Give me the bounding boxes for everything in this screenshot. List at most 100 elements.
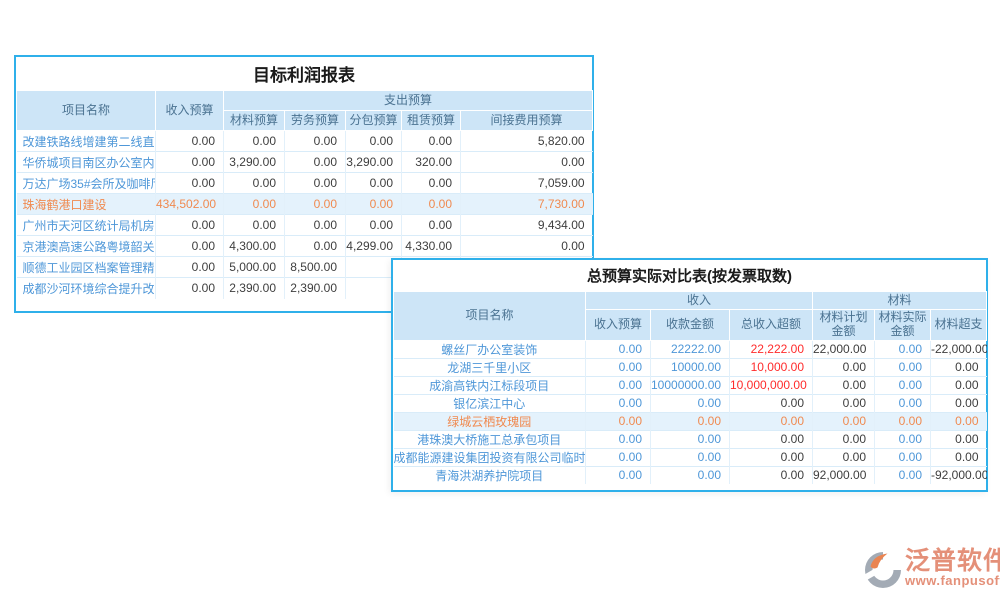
table-row[interactable]: 成都能源建设集团投资有限公司临时办公场所装修工程0.000.000.000.00… [394,448,987,466]
project-name-cell[interactable]: 顺德工业园区档案管理精装饰工程 [17,257,156,278]
project-name-cell[interactable]: 银亿滨江中心 [394,394,586,412]
table-row[interactable]: 成渝高铁内江标段项目0.0010000000.0010,000,000.000.… [394,376,987,394]
project-name-cell[interactable]: 京港澳高速公路粤境韶关至广州互 [17,236,156,257]
column-header-indirect-cost-budget: 间接费用预算 [461,111,593,131]
project-name-link[interactable]: 港珠澳大桥施工总承包项目 [417,431,561,448]
value-cell: 10000.00 [651,358,730,376]
value-cell: 0.00 [586,394,651,412]
project-name-link[interactable]: 华侨城项目南区办公室内装修工程 [23,154,156,171]
project-name-link[interactable]: 万达广场35#会所及咖啡厅空调安 [23,175,156,192]
window-titlebar: 总预算实际对比表(按发票取数) [393,260,986,291]
value-cell: 0.00 [156,215,224,236]
value-cell: 0.00 [875,430,931,448]
value-cell: -92,000.00 [931,466,987,484]
value-cell: 0.00 [875,358,931,376]
project-name-link[interactable]: 银亿滨江中心 [453,395,525,412]
table-row[interactable]: 改建铁路线增建第二线直通线（成0.000.000.000.000.005,820… [17,131,593,152]
value-cell: 0.00 [875,376,931,394]
project-name-cell[interactable]: 龙湖三千里小区 [394,358,586,376]
value-cell: -22,000.00 [931,340,987,358]
project-name-cell[interactable]: 改建铁路线增建第二线直通线（成 [17,131,156,152]
value-cell: 2,390.00 [224,278,285,299]
column-header-project: 项目名称 [394,292,586,341]
project-name-cell[interactable]: 成都能源建设集团投资有限公司临时办公场所装修工程 [394,448,586,466]
value-cell: 0.00 [813,376,875,394]
value-cell: 0.00 [402,131,461,152]
window-titlebar: 目标利润报表 [16,57,592,90]
value-cell: 0.00 [875,412,931,430]
logo-website-text: www.fanpusoft.com [905,574,1000,588]
project-name-link[interactable]: 京港澳高速公路粤境韶关至广州互 [23,238,156,255]
table-row[interactable]: 绿城云栖玫瑰园0.000.000.000.000.000.00 [394,412,987,430]
page-title: 目标利润报表 [253,61,355,86]
value-cell: 0.00 [651,412,730,430]
value-cell: 0.00 [931,430,987,448]
value-cell: 0.00 [931,358,987,376]
header-row: 项目名称 收入 材料 [394,292,987,310]
project-name-cell[interactable]: 港珠澳大桥施工总承包项目 [394,430,586,448]
table-row[interactable]: 青海洪湖养护院项目0.000.000.0092,000.000.00-92,00… [394,466,987,484]
value-cell: 2,390.00 [285,278,346,299]
value-cell: 0.00 [346,131,402,152]
column-header-total-income-excess: 总收入超额 [730,310,813,341]
table-row[interactable]: 广州市天河区统计局机房改造项目0.000.000.000.000.009,434… [17,215,593,236]
project-name-link[interactable]: 螺丝厂办公室装饰 [441,341,537,358]
table-row[interactable]: 港珠澳大桥施工总承包项目0.000.000.000.000.000.00 [394,430,987,448]
value-cell: 0.00 [730,430,813,448]
value-cell: 0.00 [813,430,875,448]
table-row[interactable]: 银亿滨江中心0.000.000.000.000.000.00 [394,394,987,412]
project-name-cell[interactable]: 万达广场35#会所及咖啡厅空调安 [17,173,156,194]
project-name-link[interactable]: 改建铁路线增建第二线直通线（成 [23,133,156,150]
column-group-expense-budget: 支出预算 [224,91,593,111]
column-header-material-overspend: 材料超支 [931,310,987,341]
value-cell: 0.00 [651,448,730,466]
value-cell: 22,222.00 [730,340,813,358]
table-row[interactable]: 螺丝厂办公室装饰0.0022222.0022,222.0022,000.000.… [394,340,987,358]
project-name-cell[interactable]: 螺丝厂办公室装饰 [394,340,586,358]
column-header-received-amount: 收款金额 [651,310,730,341]
value-cell: 0.00 [224,194,285,215]
value-cell: 0.00 [285,215,346,236]
value-cell: 0.00 [651,394,730,412]
value-cell: 0.00 [586,358,651,376]
value-cell: 3,290.00 [346,152,402,173]
project-name-cell[interactable]: 绿城云栖玫瑰园 [394,412,586,430]
table-row[interactable]: 万达广场35#会所及咖啡厅空调安0.000.000.000.000.007,05… [17,173,593,194]
project-name-cell[interactable]: 珠海鹤港口建设 [17,194,156,215]
value-cell: 0.00 [461,152,593,173]
value-cell: 0.00 [875,394,931,412]
project-name-link[interactable]: 绿城云栖玫瑰园 [447,413,531,430]
project-name-link[interactable]: 广州市天河区统计局机房改造项目 [23,217,156,234]
value-cell: 7,730.00 [461,194,593,215]
project-name-link[interactable]: 龙湖三千里小区 [447,359,531,376]
project-name-link[interactable]: 顺德工业园区档案管理精装饰工程 [23,259,156,276]
table-row[interactable]: 京港澳高速公路粤境韶关至广州互0.004,300.000.004,299.004… [17,236,593,257]
value-cell: 22222.00 [651,340,730,358]
project-name-link[interactable]: 青海洪湖养护院项目 [435,467,543,484]
logo-brand-text: 泛普软件 [905,549,1000,574]
value-cell: 0.00 [875,448,931,466]
project-name-link[interactable]: 成渝高铁内江标段项目 [429,377,549,394]
project-name-link[interactable]: 成都能源建设集团投资有限公司临时办公场所装修工程 [394,449,586,466]
value-cell: 0.00 [346,173,402,194]
column-header-labor-budget: 劳务预算 [285,111,346,131]
project-name-cell[interactable]: 广州市天河区统计局机房改造项目 [17,215,156,236]
table-row[interactable]: 华侨城项目南区办公室内装修工程0.003,290.000.003,290.003… [17,152,593,173]
value-cell: 0.00 [156,278,224,299]
project-name-link[interactable]: 成都沙河环境综合提升改造运河护 [23,280,156,297]
project-name-cell[interactable]: 成都沙河环境综合提升改造运河护 [17,278,156,299]
value-cell: 10,000,000.00 [730,376,813,394]
value-cell: 0.00 [931,412,987,430]
value-cell: 92,000.00 [813,466,875,484]
table-row[interactable]: 龙湖三千里小区0.0010000.0010,000.000.000.000.00 [394,358,987,376]
project-name-cell[interactable]: 成渝高铁内江标段项目 [394,376,586,394]
value-cell: 0.00 [586,430,651,448]
project-name-cell[interactable]: 青海洪湖养护院项目 [394,466,586,484]
column-header-project: 项目名称 [17,91,156,131]
project-name-link[interactable]: 珠海鹤港口建设 [23,196,107,213]
value-cell: 0.00 [224,215,285,236]
project-name-cell[interactable]: 华侨城项目南区办公室内装修工程 [17,152,156,173]
budget-actual-comparison-window: 总预算实际对比表(按发票取数) 项目名称 收入 材料 收入预算 收款金额 总收入… [391,258,988,492]
value-cell: 0.00 [730,466,813,484]
table-row[interactable]: 珠海鹤港口建设434,502.000.000.000.000.007,730.0… [17,194,593,215]
